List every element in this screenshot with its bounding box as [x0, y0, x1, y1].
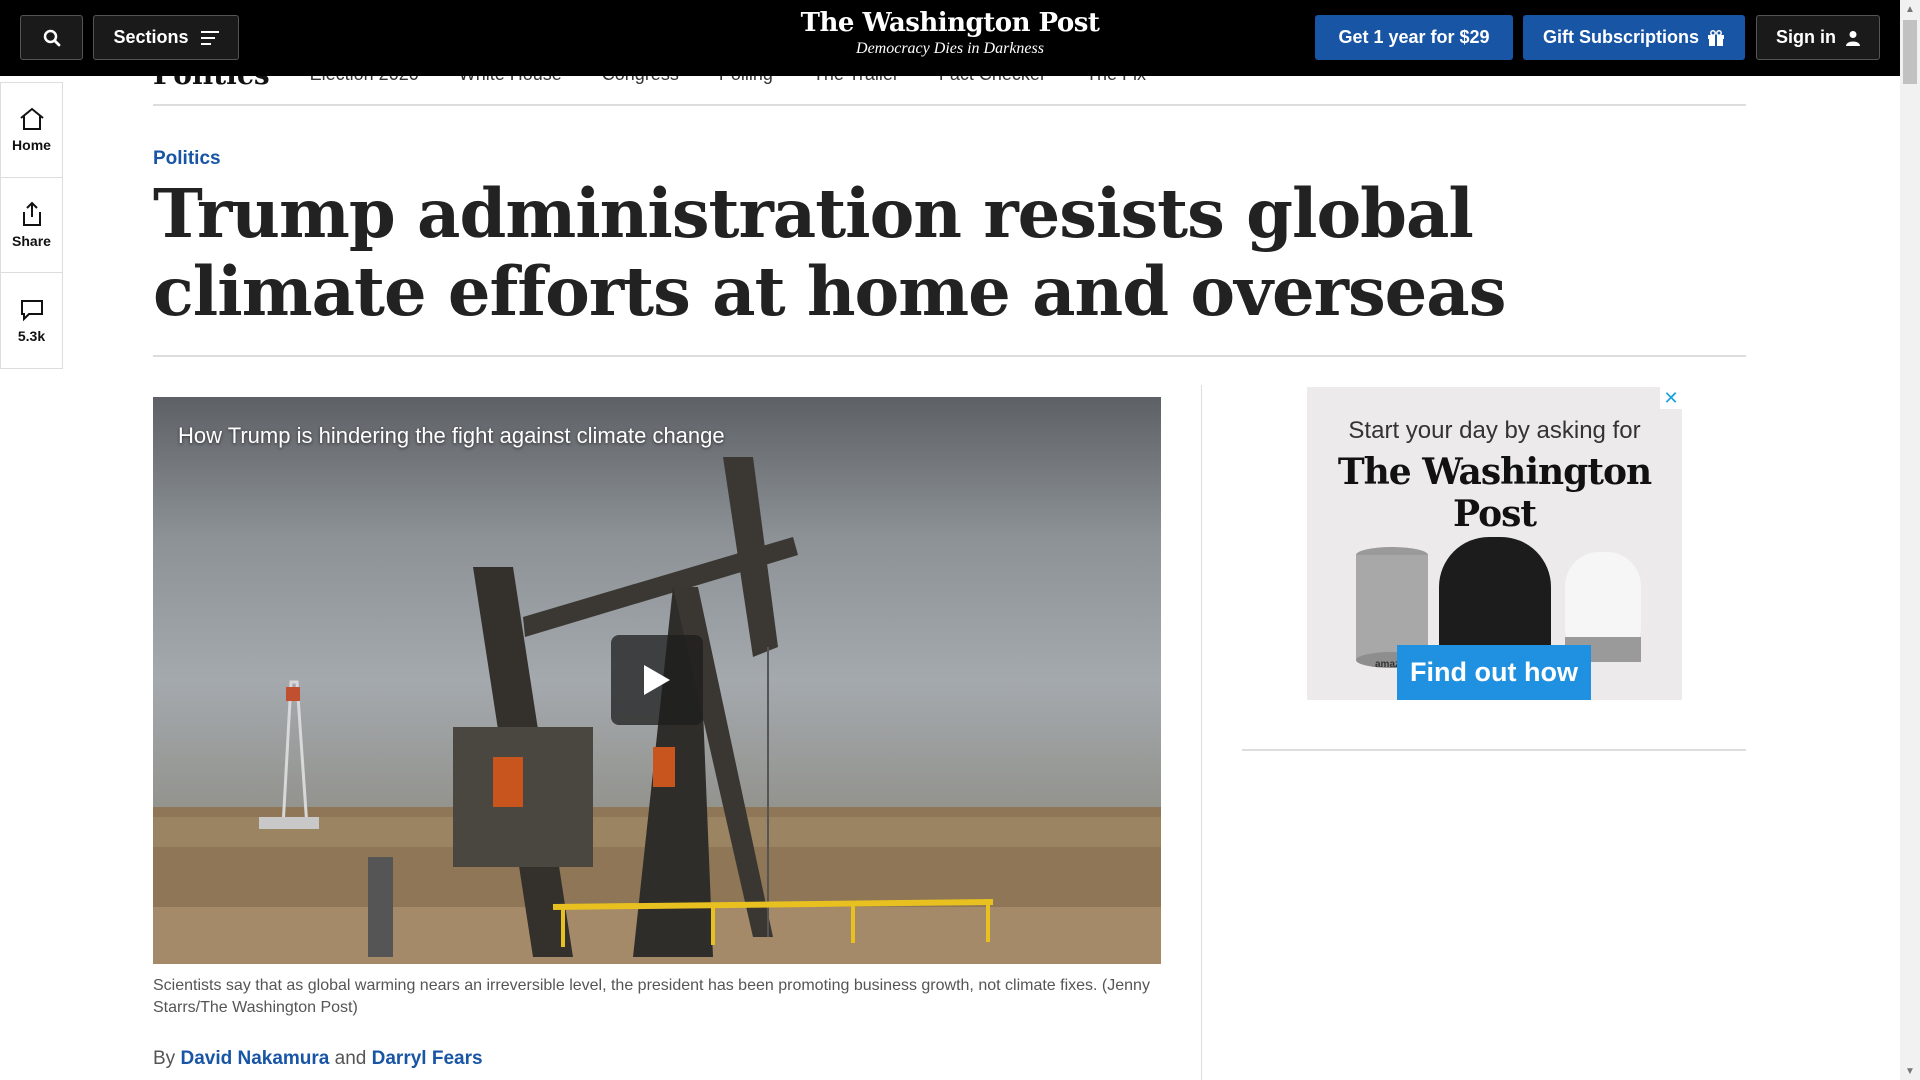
- sidebar-divider: [1242, 749, 1746, 751]
- subscribe-offer-button[interactable]: Get 1 year for $29: [1315, 15, 1513, 60]
- video-player[interactable]: How Trump is hindering the fight against…: [153, 397, 1161, 964]
- sign-in-button[interactable]: Sign in: [1756, 15, 1880, 60]
- signin-label: Sign in: [1776, 27, 1836, 47]
- comments-count: 5.3k: [17, 327, 46, 344]
- page-scrollbar[interactable]: ▲ ▼: [1900, 0, 1920, 1080]
- author-link-2[interactable]: Darryl Fears: [372, 1048, 483, 1069]
- sections-label: Sections: [113, 27, 189, 47]
- sections-button[interactable]: Sections: [93, 15, 239, 60]
- scroll-up-arrow-icon[interactable]: ▲: [1900, 0, 1920, 18]
- ad-banner[interactable]: ✕ Start your day by asking for The Washi…: [1307, 387, 1682, 700]
- rail-home[interactable]: Home: [1, 83, 62, 178]
- share-icon: [22, 201, 41, 226]
- tagline: Democracy Dies in Darkness: [856, 40, 1044, 57]
- byline: By David Nakamura and Darryl Fears: [153, 1048, 483, 1070]
- ad-cta-button[interactable]: Find out how: [1397, 645, 1591, 700]
- rail-share[interactable]: Share: [1, 178, 62, 273]
- play-button[interactable]: [611, 635, 703, 725]
- rail-share-label: Share: [12, 233, 51, 249]
- gift-label: Gift Subscriptions: [1542, 27, 1699, 47]
- search-icon: [43, 29, 60, 46]
- byline-prefix: By: [153, 1048, 176, 1069]
- logo-text: The Washington Post: [800, 8, 1100, 38]
- scroll-thumb[interactable]: [1903, 20, 1917, 84]
- rail-comments[interactable]: 5.3k: [1, 273, 62, 368]
- site-header: Sections The Washington Post Democracy D…: [0, 0, 1900, 76]
- site-logo[interactable]: The Washington Post Democracy Dies in Da…: [800, 8, 1100, 58]
- menu-icon: [200, 30, 219, 45]
- video-caption: Scientists say that as global warming ne…: [153, 977, 1150, 1016]
- scroll-down-arrow-icon[interactable]: ▼: [1900, 1062, 1920, 1080]
- article-kicker[interactable]: Politics: [153, 148, 221, 170]
- column-divider: [1201, 385, 1202, 1080]
- video-title: How Trump is hindering the fight against…: [178, 423, 725, 448]
- header-divider: [153, 355, 1746, 357]
- byline-and: and: [334, 1048, 367, 1069]
- gift-subscriptions-button[interactable]: Gift Subscriptions: [1523, 15, 1745, 60]
- user-icon: [1846, 30, 1860, 46]
- article-headline: Trump administration resists global clim…: [153, 174, 1506, 331]
- author-link-1[interactable]: David Nakamura: [180, 1048, 329, 1069]
- comment-icon: [20, 299, 43, 321]
- left-rail: Home Share 5.3k: [0, 82, 63, 369]
- play-icon: [644, 665, 670, 695]
- rail-home-label: Home: [12, 137, 51, 153]
- offer-label: Get 1 year for $29: [1338, 27, 1490, 47]
- home-icon: [19, 107, 44, 130]
- search-button[interactable]: [20, 15, 83, 60]
- gift-icon: [1708, 29, 1724, 46]
